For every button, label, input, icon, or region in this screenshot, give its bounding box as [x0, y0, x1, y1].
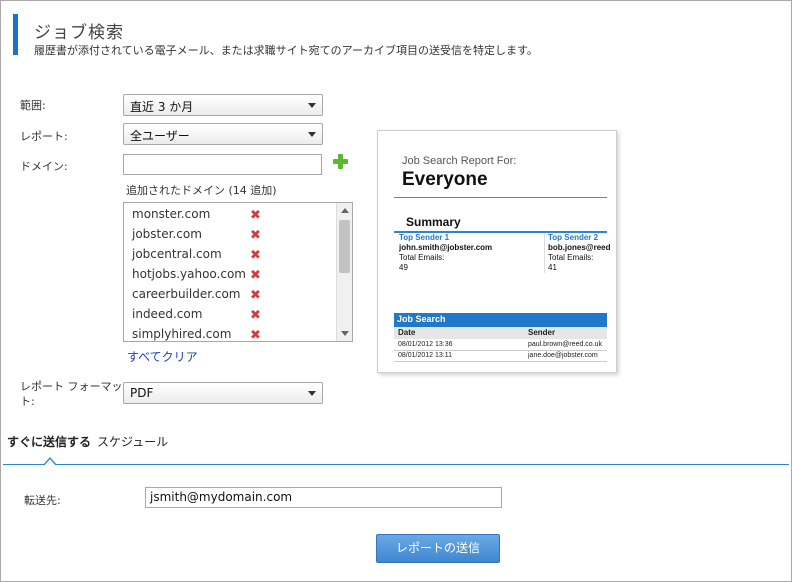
range-select[interactable]: 直近 3 か月: [123, 94, 323, 116]
domain-label: ドメイン:: [20, 160, 68, 173]
report-select[interactable]: 全ユーザー: [123, 123, 323, 145]
sender-total-count: 41: [548, 263, 557, 272]
scroll-down-icon[interactable]: [341, 331, 349, 336]
add-domain-icon[interactable]: [333, 154, 348, 169]
remove-icon[interactable]: ✖: [250, 269, 261, 282]
remove-icon[interactable]: ✖: [250, 229, 261, 242]
send-to-input[interactable]: jsmith@mydomain.com: [145, 487, 502, 508]
send-to-label: 転送先:: [24, 494, 61, 507]
page-subtitle: 履歴書が添付されている電子メール、または求職サイト宛てのアーカイブ項目の送受信を…: [34, 44, 538, 57]
sender-title: Top Sender 1: [399, 233, 450, 242]
domain-name: jobcentral.com: [132, 247, 222, 261]
preview-top-sender-1: Top Sender 1 john.smith@jobster.com Tota…: [399, 233, 539, 273]
remove-icon[interactable]: ✖: [250, 249, 261, 262]
format-select-value: PDF: [130, 386, 154, 400]
list-item: jobster.com ✖: [132, 227, 261, 247]
preview-job-search-title: Job Search: [397, 314, 446, 324]
preview-summary-title: Summary: [406, 215, 461, 229]
chevron-down-icon: [308, 391, 316, 396]
sender-total-label: Total Emails:: [399, 253, 445, 262]
sender-total-count: 49: [399, 263, 408, 272]
preview-cell-date: 08/01/2012 13:11: [398, 352, 452, 359]
chevron-down-icon: [308, 132, 316, 137]
sender-email: john.smith@jobster.com: [399, 243, 493, 252]
send-report-button[interactable]: レポートの送信: [376, 534, 500, 563]
added-domains-label: 追加されたドメイン (14 追加): [126, 184, 277, 197]
domain-name: jobster.com: [132, 227, 202, 241]
sender-title: Top Sender 2: [548, 233, 599, 242]
tab-pointer-inner: [44, 459, 56, 466]
list-item: monster.com ✖: [132, 207, 261, 227]
tab-send-now[interactable]: すぐに送信する: [7, 433, 91, 450]
remove-icon[interactable]: ✖: [250, 309, 261, 322]
preview-cell-sender: jane.doe@jobster.com: [528, 352, 598, 359]
list-item: indeed.com ✖: [132, 307, 261, 327]
tab-schedule[interactable]: スケジュール: [97, 433, 168, 450]
range-select-value: 直近 3 か月: [130, 100, 194, 114]
tab-divider: [3, 464, 789, 465]
preview-sender-divider: [544, 233, 545, 273]
sender-email: bob.jones@reed.: [548, 243, 610, 252]
sender-total-label: Total Emails:: [548, 253, 594, 262]
remove-icon[interactable]: ✖: [250, 289, 261, 302]
preview-audience: Everyone: [402, 169, 488, 190]
domain-name: simplyhired.com: [132, 327, 232, 341]
format-label-line1: レポート フォーマッ: [20, 380, 123, 393]
domain-name: careerbuilder.com: [132, 287, 241, 301]
scroll-thumb[interactable]: [339, 220, 350, 273]
remove-icon[interactable]: ✖: [250, 209, 261, 222]
preview-row-divider: [394, 361, 607, 362]
range-label: 範囲:: [20, 99, 46, 112]
domain-name: hotjobs.yahoo.com: [132, 267, 246, 281]
domain-list[interactable]: monster.com ✖ jobster.com ✖ jobcentral.c…: [123, 202, 353, 342]
preview-cell-sender: paul.brown@reed.co.uk: [528, 341, 603, 348]
preview-row-divider: [394, 350, 607, 351]
preview-top-sender-2: Top Sender 2 bob.jones@reed. Total Email…: [548, 233, 610, 273]
report-label: レポート:: [20, 130, 68, 143]
scroll-up-icon[interactable]: [341, 208, 349, 213]
list-item: careerbuilder.com ✖: [132, 287, 261, 307]
page-title: ジョブ検索: [34, 23, 124, 43]
preview-heading: Job Search Report For:: [402, 155, 517, 167]
preview-divider: [394, 197, 607, 198]
list-item: simplyhired.com ✖: [132, 327, 261, 341]
list-item: hotjobs.yahoo.com ✖: [132, 267, 261, 287]
title-accent-bar: [13, 14, 18, 55]
preview-table-header: [394, 327, 607, 339]
list-item: jobcentral.com ✖: [132, 247, 261, 267]
preview-col-date: Date: [398, 328, 416, 337]
chevron-down-icon: [308, 103, 316, 108]
report-preview: Job Search Report For: Everyone Summary …: [377, 130, 617, 373]
preview-cell-date: 08/01/2012 13:36: [398, 341, 453, 348]
format-select[interactable]: PDF: [123, 382, 323, 404]
format-label-line2: ト:: [20, 395, 35, 408]
domain-name: monster.com: [132, 207, 211, 221]
domain-name: indeed.com: [132, 307, 203, 321]
report-select-value: 全ユーザー: [130, 129, 190, 143]
domain-list-scrollbar[interactable]: [336, 203, 352, 341]
remove-icon[interactable]: ✖: [250, 329, 261, 341]
domain-input[interactable]: [123, 154, 322, 175]
preview-col-sender: Sender: [528, 328, 556, 337]
clear-all-link[interactable]: すべてクリア: [127, 348, 198, 365]
